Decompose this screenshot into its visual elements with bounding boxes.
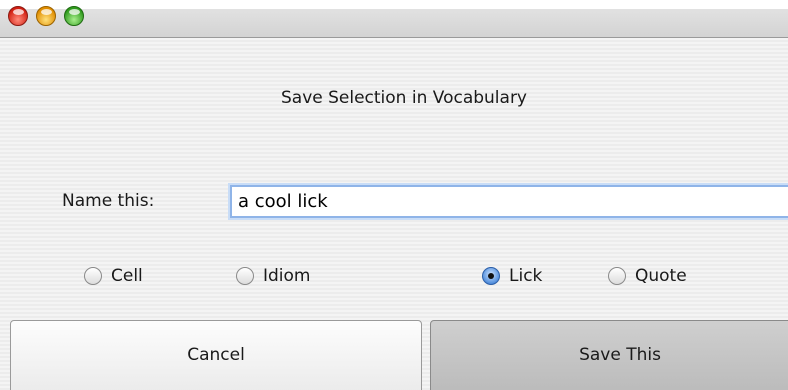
cancel-button-label: Cancel	[187, 345, 245, 365]
minimize-icon[interactable]	[36, 6, 56, 26]
save-button[interactable]: Save This	[430, 320, 788, 390]
zoom-icon[interactable]	[64, 6, 84, 26]
radio-cell-circle[interactable]	[84, 267, 102, 285]
radio-lick-label: Lick	[509, 266, 543, 286]
radio-idiom[interactable]: Idiom	[236, 266, 311, 286]
top-edge	[0, 0, 788, 9]
name-input[interactable]	[230, 185, 788, 218]
radio-quote-circle[interactable]	[608, 267, 626, 285]
cancel-button[interactable]: Cancel	[10, 320, 422, 390]
radio-cell[interactable]: Cell	[84, 266, 143, 286]
radio-quote[interactable]: Quote	[608, 266, 687, 286]
close-icon[interactable]	[8, 6, 28, 26]
radio-quote-label: Quote	[635, 266, 687, 286]
radio-lick[interactable]: Lick	[482, 266, 542, 286]
radio-cell-label: Cell	[111, 266, 143, 286]
save-button-label: Save This	[579, 345, 661, 365]
dialog-title: Save Selection in Vocabulary	[280, 88, 527, 108]
radio-idiom-label: Idiom	[263, 266, 311, 286]
name-label: Name this:	[62, 191, 155, 211]
save-vocabulary-dialog: Save Selection in Vocabulary Name this: …	[0, 0, 788, 390]
radio-idiom-circle[interactable]	[236, 267, 254, 285]
radio-lick-circle[interactable]	[482, 267, 500, 285]
